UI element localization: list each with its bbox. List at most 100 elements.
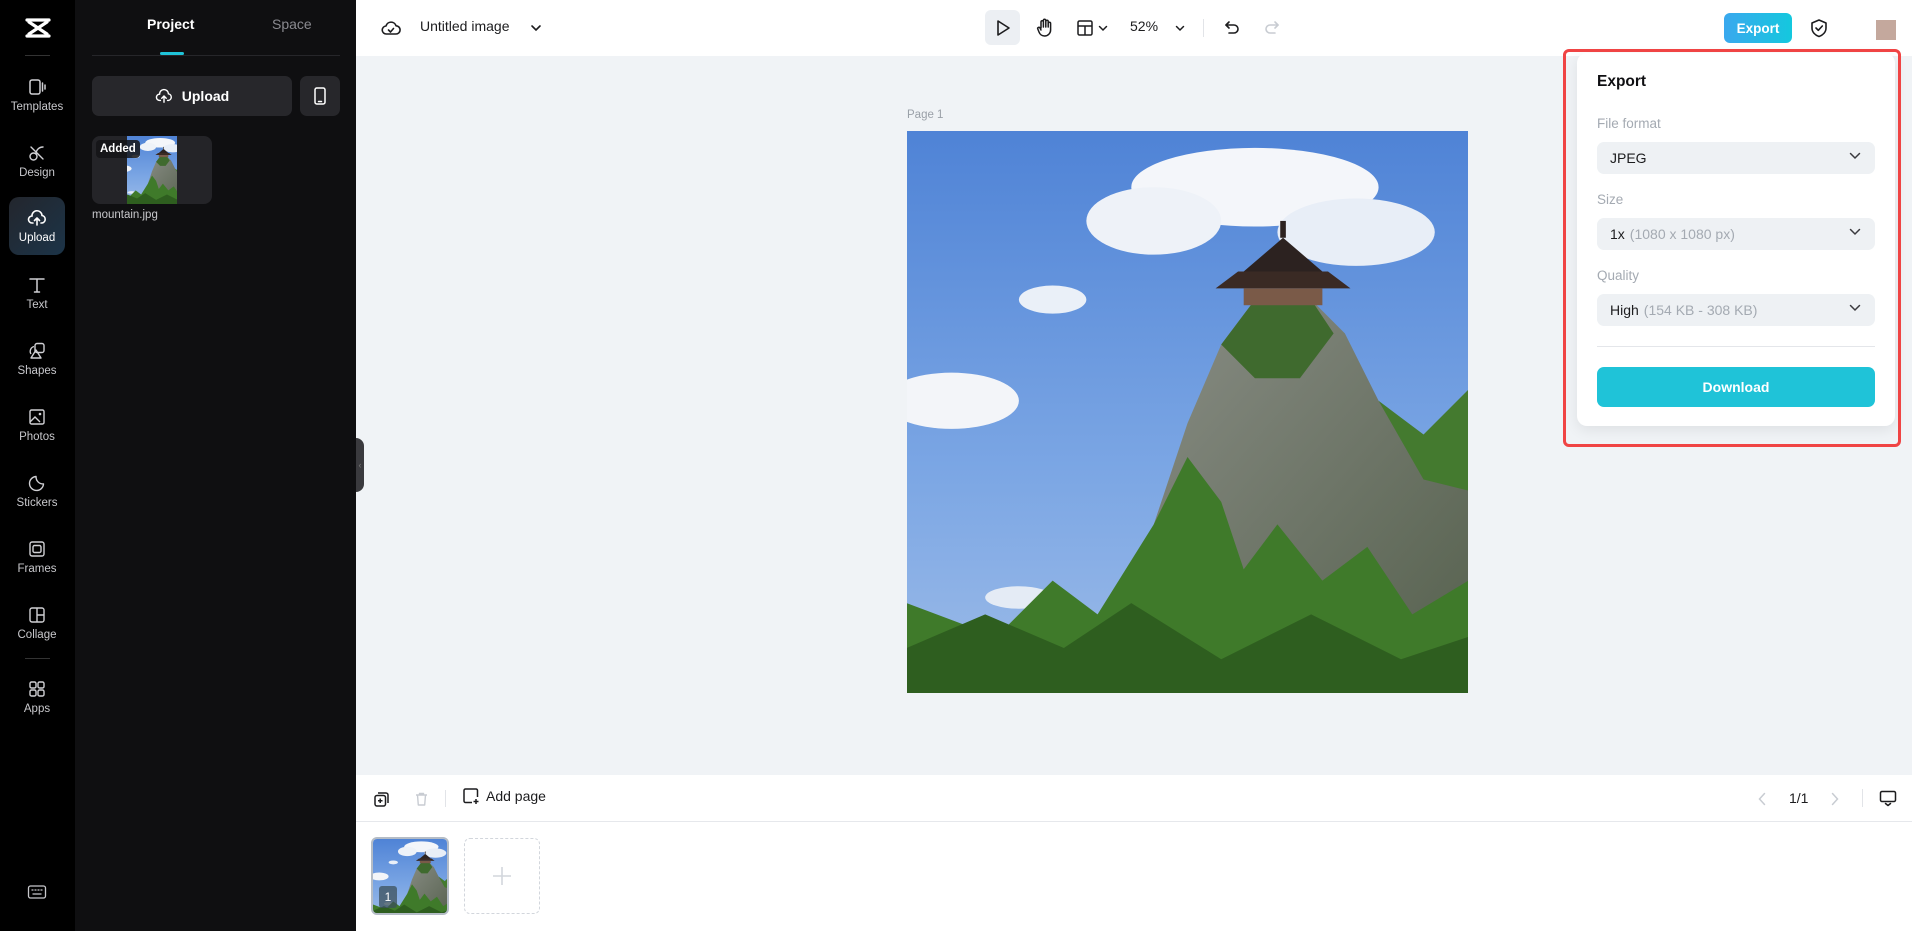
rail-item-shapes[interactable]: Shapes [9,330,65,388]
collage-icon [29,607,45,623]
page-thumbnail[interactable]: 1 [371,837,449,915]
add-page-button[interactable]: Add page [462,787,546,805]
rail-item-text[interactable]: Text [9,264,65,322]
text-icon [29,278,45,293]
delete-page-button[interactable] [410,788,432,810]
rail-item-label: Text [26,299,48,311]
tab-space[interactable]: Space [272,16,312,32]
asset-tile[interactable]: Added [92,136,212,204]
apps-icon [29,681,45,697]
export-button[interactable]: Export [1724,13,1792,43]
user-avatar[interactable] [1876,20,1896,40]
size-detail: (1080 x 1080 px) [1629,226,1735,242]
page-number: 1 [379,886,397,908]
redo-icon [1265,21,1279,34]
size-value: 1x [1610,226,1625,242]
layout-menu-button[interactable] [1072,12,1112,44]
chevron-down-icon [1175,25,1185,31]
zoom-level[interactable]: 52% [1130,18,1158,34]
asset-filename: mountain.jpg [92,209,158,221]
rail-item-templates[interactable]: Templates [9,66,65,124]
rail-item-apps[interactable]: Apps [9,668,65,726]
top-toolbar: Untitled image 52% Export [356,0,1912,56]
duplicate-icon [373,791,389,807]
rail-item-photos[interactable]: Photos [9,396,65,454]
rail-item-stickers[interactable]: Stickers [9,462,65,520]
phone-icon [314,87,326,105]
upload-button-label: Upload [181,88,230,104]
toolbar-divider [1862,789,1863,807]
canvas-image[interactable] [907,131,1468,693]
cloud-check-icon [381,21,401,35]
security-button[interactable] [1806,15,1832,41]
rail-item-label: Shapes [17,365,57,377]
left-rail: Templates Design Upload Text Shapes Phot… [0,0,75,931]
previous-page-button[interactable] [1753,790,1771,808]
add-page-label: Add page [486,788,546,804]
shield-check-icon [1811,19,1827,38]
rail-item-design[interactable]: Design [9,132,65,190]
size-select[interactable]: 1x (1080 x 1080 px) [1597,218,1875,250]
undo-button[interactable] [1218,14,1246,42]
collapse-panel-handle[interactable]: ‹ [356,438,364,492]
document-title[interactable]: Untitled image [420,18,510,34]
cloud-saved-button[interactable] [380,17,402,39]
add-page-tile[interactable] [464,838,540,914]
page-counter: 1/1 [1789,790,1809,806]
next-page-button[interactable] [1826,790,1844,808]
stickers-icon [28,475,45,492]
file-format-select[interactable]: JPEG [1597,142,1875,174]
page-label: Page 1 [907,109,944,121]
hand-icon [1036,18,1052,37]
size-label: Size [1597,192,1624,207]
rail-item-label: Apps [23,703,51,715]
active-tab-indicator [160,52,184,55]
rail-item-label: Templates [10,101,64,113]
rail-item-label: Upload [18,232,56,244]
chevron-down-icon [1849,228,1861,236]
redo-button[interactable] [1258,14,1286,42]
chevron-down-icon [531,25,541,32]
frames-icon [29,541,45,557]
rail-item-label: Frames [17,563,57,575]
capcut-logo[interactable] [0,10,75,46]
rail-item-frames[interactable]: Frames [9,528,65,586]
file-format-value: JPEG [1610,150,1647,166]
keyboard-shortcuts-icon[interactable] [27,884,47,900]
title-dropdown-button[interactable] [528,20,544,36]
rail-item-collage[interactable]: Collage [9,594,65,652]
duplicate-page-button[interactable] [370,788,392,810]
zoom-dropdown-button[interactable] [1172,20,1188,36]
rail-item-label: Design [19,167,55,179]
undo-icon [1225,21,1239,34]
add-page-icon [463,788,479,804]
pointer-icon [996,19,1010,36]
trash-icon [415,792,427,806]
page-filmstrip: 1 [356,822,1912,931]
photos-icon [29,409,45,425]
export-popover-title: Export [1597,73,1647,90]
quality-label: Quality [1597,268,1640,283]
quality-select[interactable]: High (154 KB - 308 KB) [1597,294,1875,326]
rail-divider [25,55,50,56]
download-button[interactable]: Download [1597,367,1875,407]
hand-tool-button[interactable] [1029,12,1061,44]
chevron-down-icon [1849,304,1861,312]
panel-tabs: Project Space [92,0,340,56]
templates-icon [29,79,46,95]
chevron-left-icon [1758,792,1766,806]
rail-item-label: Photos [19,431,55,443]
chevron-down-icon [1849,152,1861,160]
upload-cloud-icon [155,88,172,103]
upload-from-phone-button[interactable] [300,76,340,116]
upload-cloud-icon [27,209,46,226]
select-tool-button[interactable] [985,10,1020,45]
popover-divider [1597,346,1875,347]
mountain-photo [907,131,1468,693]
tab-project[interactable]: Project [147,16,194,32]
presentation-button[interactable] [1876,787,1900,809]
toolbar-divider [445,790,446,807]
page-toolbar: Add page 1/1 [356,775,1912,822]
upload-button[interactable]: Upload [92,76,292,116]
rail-item-upload[interactable]: Upload [9,197,65,255]
